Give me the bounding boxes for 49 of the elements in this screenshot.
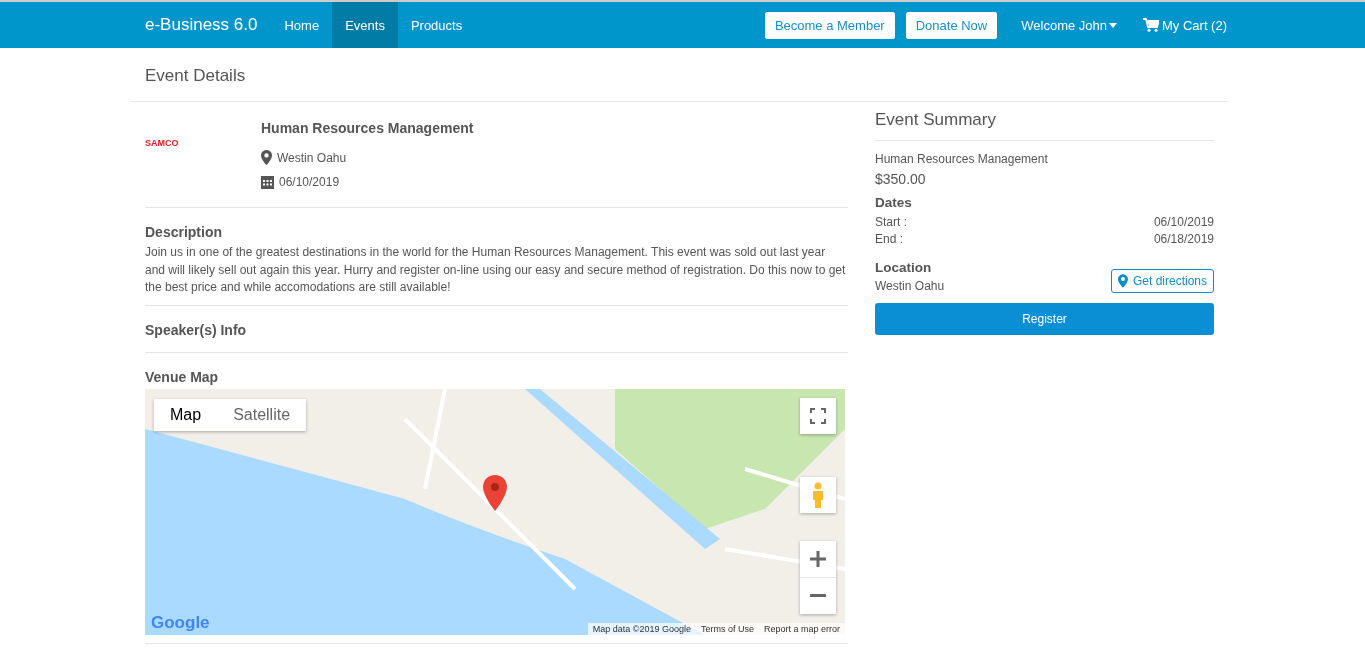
- user-menu[interactable]: Welcome John: [1021, 17, 1117, 33]
- section-heading: Venue Map: [145, 368, 220, 385]
- location-heading: Location: [875, 260, 933, 275]
- nav-button[interactable]: Donate Now: [905, 11, 998, 39]
- nav-link[interactable]: Products: [397, 2, 476, 48]
- map-type-tab[interactable]: Map: [154, 398, 218, 431]
- map-footer-link[interactable]: Report a map error: [763, 623, 840, 634]
- map-logo: Google: [151, 612, 210, 633]
- company-logo: SAMCO: [145, 138, 179, 148]
- date-label: Start :: [875, 214, 907, 231]
- map-type-tab[interactable]: Satellite: [217, 398, 307, 431]
- fullscreen-button[interactable]: [800, 397, 836, 434]
- cart-icon: [1143, 18, 1159, 32]
- date-label: End :: [875, 231, 904, 248]
- page-title: Event Details: [131, 48, 1228, 102]
- location-name: Westin Oahu: [875, 279, 945, 293]
- location-pin-icon: [261, 150, 272, 165]
- summary-event-name: Human Resources Management: [875, 152, 1049, 166]
- register-button[interactable]: Register: [875, 303, 1214, 335]
- section-heading: Description: [145, 224, 223, 240]
- location-pin-icon: [1117, 274, 1128, 288]
- event-price: $350.00: [875, 171, 927, 187]
- fullscreen-icon: [810, 407, 826, 424]
- nav-button[interactable]: Become a Member: [764, 11, 895, 39]
- map-placeholder[interactable]: Map Satellite Google Map data ©2019 Google Terms of Use Report a map error: [145, 388, 845, 635]
- plus-icon: [810, 550, 826, 567]
- nav-link[interactable]: Events: [332, 2, 398, 48]
- zoom-in-button[interactable]: [800, 540, 836, 577]
- map-pin-icon: [483, 474, 507, 511]
- event-date: 06/10/2019: [279, 175, 340, 189]
- map-footer-link[interactable]: Map data ©2019 Google: [592, 623, 691, 634]
- cart-link[interactable]: My Cart (2): [1143, 17, 1227, 33]
- event-title: Human Resources Management: [261, 120, 474, 136]
- person-icon: [811, 481, 825, 508]
- nav-link[interactable]: Home: [271, 2, 333, 48]
- map-footer-link[interactable]: Terms of Use: [700, 623, 754, 634]
- brand-name[interactable]: e-Business 6.0: [145, 15, 258, 35]
- event-location: Westin Oahu: [277, 150, 347, 165]
- section-heading: Speaker(s) Info: [145, 321, 248, 338]
- date-value: 06/10/2019: [1153, 214, 1214, 231]
- calendar-icon: [261, 175, 274, 189]
- description-text: Join us in one of the greatest destinations in the world for the Human Resources Management. This event was sold out last year and will likely sell out again this year. Hurry and register on-line using our easy and secure method of registration. Do this now to get the best price and while accomodations are still available!: [145, 244, 847, 296]
- minus-icon: [810, 594, 826, 597]
- summary-heading: Event Summary: [875, 110, 1214, 141]
- directions-button[interactable]: Get directions: [1110, 269, 1214, 293]
- date-value: 06/18/2019: [1153, 231, 1214, 248]
- dates-heading: Dates: [875, 195, 913, 210]
- caret-icon: [1109, 22, 1117, 28]
- zoom-out-button[interactable]: [800, 577, 836, 614]
